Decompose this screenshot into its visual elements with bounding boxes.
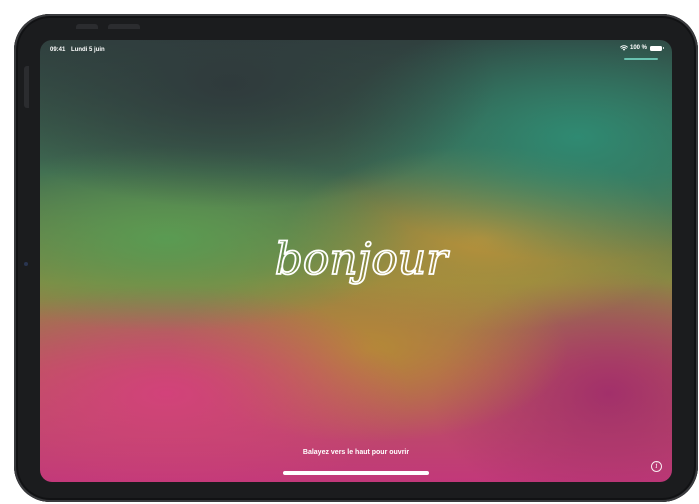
lock-screen[interactable]: 09:41 Lundi 5 juin 100 % bonjour Balayez… — [40, 40, 672, 482]
status-date: Lundi 5 juin — [71, 47, 105, 53]
control-center-indicator[interactable] — [624, 58, 658, 60]
side-button — [24, 66, 29, 108]
battery-icon — [650, 45, 664, 51]
camera — [24, 262, 28, 266]
home-indicator[interactable] — [283, 471, 429, 475]
status-bar: 09:41 Lundi 5 juin 100 % — [40, 40, 672, 58]
power-button — [108, 24, 140, 29]
volume-button — [76, 24, 98, 29]
info-icon[interactable]: i — [651, 461, 662, 472]
status-indicators: 100 % — [620, 45, 664, 51]
battery-percentage: 100 % — [629, 45, 647, 51]
swipe-up-hint: Balayez vers le haut pour ouvrir — [302, 449, 410, 456]
greeting-text: bonjour — [246, 228, 476, 298]
greeting-word: bonjour — [275, 234, 450, 285]
wifi-icon — [620, 45, 628, 51]
status-time: 09:41 — [50, 47, 66, 53]
